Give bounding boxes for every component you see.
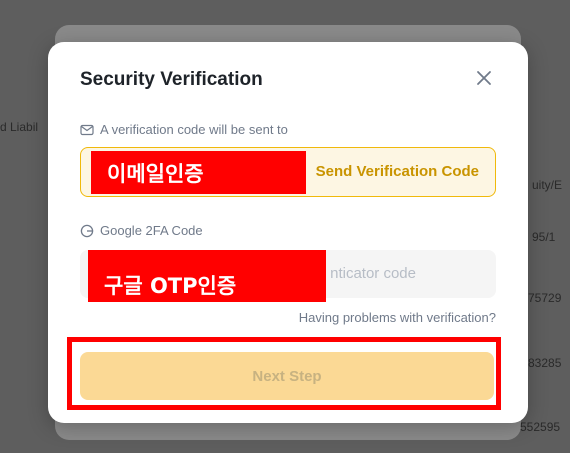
verification-help-link[interactable]: Having problems with verification? — [299, 310, 496, 325]
google-2fa-placeholder: nticator code — [330, 265, 416, 282]
google-2fa-label: Google 2FA Code — [80, 223, 203, 238]
close-button[interactable] — [474, 68, 494, 88]
background-text: 75729 — [528, 291, 562, 305]
next-step-button[interactable]: Next Step — [80, 352, 494, 400]
close-icon — [477, 71, 491, 85]
send-verification-code-button[interactable]: Send Verification Code — [316, 148, 479, 196]
google-icon — [80, 224, 94, 237]
dialog-title: Security Verification — [80, 69, 263, 90]
background-text: d Liabil — [0, 120, 39, 134]
background-text: 552595 — [520, 420, 561, 434]
email-label-text: A verification code will be sent to — [100, 122, 288, 137]
background-text: 95/1 — [532, 230, 556, 244]
google-redaction-overlay: 구글 OTP인증 — [88, 250, 326, 302]
email-redaction-overlay: 이메일인증 — [91, 151, 306, 194]
mail-icon — [80, 124, 94, 135]
google-2fa-label-text: Google 2FA Code — [100, 223, 203, 238]
background-text: 83285 — [528, 356, 562, 370]
background-text: uity/E — [532, 178, 563, 192]
email-label: A verification code will be sent to — [80, 122, 288, 137]
